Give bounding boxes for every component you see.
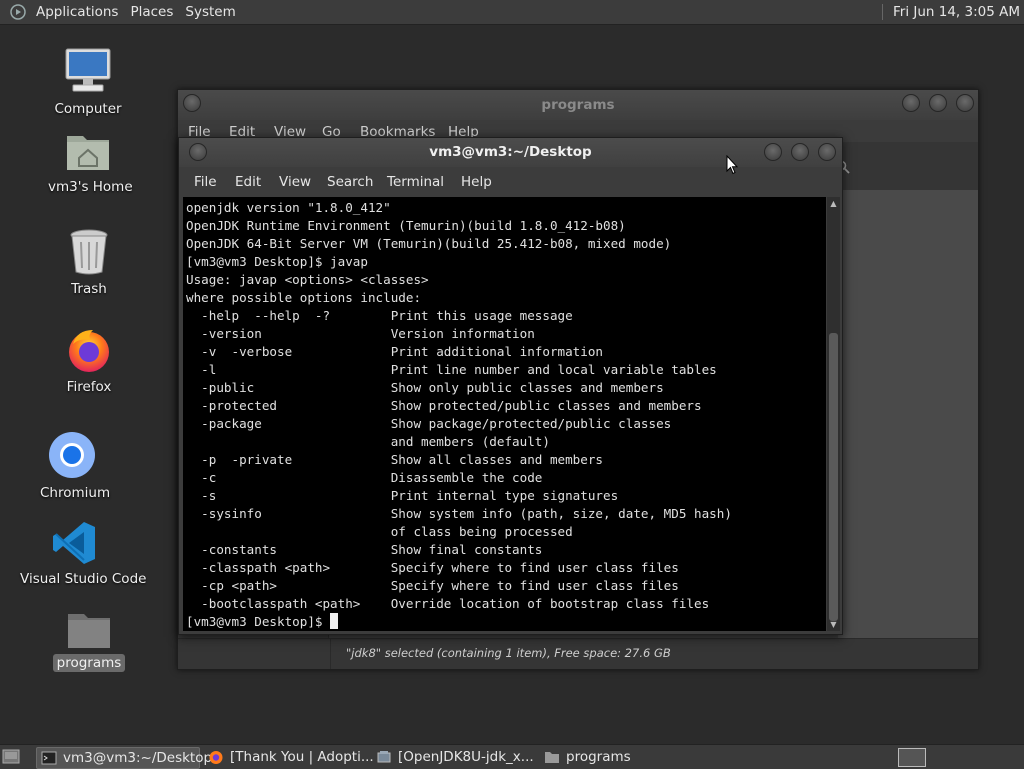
archive-icon [377, 751, 391, 763]
terminal-line: OpenJDK 64-Bit Server VM (Temurin)(build… [186, 236, 672, 251]
taskbar-item-firefox[interactable]: [Thank You | Adopti... [204, 747, 374, 767]
desktop-icon-label: Firefox [66, 379, 112, 395]
desktop-icon-programs[interactable]: programs [52, 610, 126, 672]
taskbar-item-terminal[interactable]: vm3@vm3:~/Desktop [36, 747, 212, 769]
scroll-down-arrow-icon[interactable]: ▼ [827, 618, 840, 631]
terminal-line: -c Disassemble the code [201, 470, 543, 485]
terminal-line: and members (default) [390, 434, 550, 449]
terminal-prompt: [vm3@vm3 Desktop]$ [186, 614, 331, 629]
terminal-line: -package Show package/protected/public c… [201, 416, 672, 431]
places-menu[interactable]: Places [126, 4, 181, 20]
desktop-icon-firefox[interactable]: Firefox [54, 326, 124, 396]
taskbar-item-programs[interactable]: programs [540, 747, 704, 767]
desktop-icon-trash[interactable]: Trash [54, 228, 124, 298]
terminal-line: -sysinfo Show system info (path, size, d… [201, 506, 732, 521]
menu-help[interactable]: Help [461, 174, 492, 190]
vscode-icon [53, 522, 95, 564]
minimize-button[interactable] [764, 143, 782, 161]
folder-icon [68, 614, 110, 648]
desktop-icon-label: vm3's Home [48, 179, 133, 195]
terminal-line: openjdk version "1.8.0_412" [186, 200, 391, 215]
clock-text: Fri Jun 14, 3:05 AM [892, 4, 1020, 20]
desktop-icon-vscode[interactable]: Visual Studio Code [16, 520, 146, 588]
trash-icon [70, 229, 108, 275]
terminal-line: where possible options include: [186, 290, 422, 305]
taskbar-item-label: vm3@vm3:~/Desktop [63, 750, 213, 766]
desktop-icon-computer[interactable]: Computer [48, 46, 128, 118]
desktop-icon-label: Trash [71, 281, 107, 297]
chromium-icon [49, 432, 95, 478]
scrollbar-thumb[interactable] [829, 333, 838, 621]
window-title: vm3@vm3:~/Desktop [429, 144, 592, 160]
menu-file[interactable]: File [194, 174, 217, 190]
desktop-icon-chromium[interactable]: Chromium [36, 430, 110, 502]
maximize-button[interactable] [791, 143, 809, 161]
minimize-button[interactable] [902, 94, 920, 112]
close-button[interactable] [818, 143, 836, 161]
taskbar-item-label: [OpenJDK8U-jdk_x... [398, 749, 534, 765]
terminal-line: -constants Show final constants [201, 542, 543, 557]
menu-edit[interactable]: Edit [235, 174, 261, 190]
text-cursor [330, 613, 339, 629]
terminal-text: openjdk version "1.8.0_412" OpenJDK Runt… [183, 197, 826, 631]
terminal-line: -s Print internal type signatures [201, 488, 619, 503]
terminal-line: -cp <path> Specify where to find user cl… [201, 578, 679, 593]
terminal-line: -l Print line number and local variable … [201, 362, 717, 377]
terminal-line: -classpath <path> Specify where to find … [201, 560, 679, 575]
taskbar-item-label: programs [566, 749, 631, 765]
top-panel: Applications Places System Fri Jun 14, 3… [0, 0, 1024, 25]
status-text: "jdk8" selected (containing 1 item), Fre… [346, 646, 671, 660]
file-manager-view[interactable] [838, 190, 978, 638]
desktop-icon-home[interactable]: vm3's Home [44, 128, 133, 196]
terminal-line: -version Version information [201, 326, 535, 341]
close-button[interactable] [956, 94, 974, 112]
window-menu-button[interactable] [183, 94, 201, 112]
file-manager-statusbar: "jdk8" selected (containing 1 item), Fre… [178, 638, 978, 669]
workspace-switcher[interactable] [898, 748, 926, 767]
desktop-icon-label: programs [52, 654, 126, 672]
folder-icon [545, 752, 559, 763]
terminal-titlebar[interactable]: vm3@vm3:~/Desktop [179, 138, 842, 167]
mouse-pointer-icon [726, 155, 738, 175]
terminal-scrollbar[interactable]: ▲ ▼ [827, 197, 840, 631]
bottom-taskbar: vm3@vm3:~/Desktop [Thank You | Adopti...… [0, 744, 1024, 769]
menu-view[interactable]: View [279, 174, 311, 190]
terminal-line: -v -verbose Print additional information [201, 344, 604, 359]
terminal-menubar: File Edit View Search Terminal Help [179, 167, 842, 197]
maximize-button[interactable] [929, 94, 947, 112]
terminal-lines: openjdk version "1.8.0_412" OpenJDK Runt… [186, 200, 732, 611]
terminal-line: OpenJDK Runtime Environment (Temurin)(bu… [186, 218, 626, 233]
show-desktop-icon[interactable] [2, 748, 20, 765]
applications-menu[interactable]: Applications [32, 4, 126, 20]
window-menu-button[interactable] [189, 143, 207, 161]
terminal-line: of class being processed [390, 524, 573, 539]
desktop-icon-label: Chromium [40, 485, 111, 501]
terminal-icon [41, 751, 57, 765]
menu-terminal[interactable]: Terminal [387, 174, 444, 190]
desktop-icon-label: Visual Studio Code [20, 571, 147, 587]
home-folder-icon [67, 136, 109, 170]
taskbar-item-archive[interactable]: [OpenJDK8U-jdk_x... [372, 747, 536, 767]
computer-icon [65, 48, 111, 92]
terminal-line: -help --help -? Print this usage message [201, 308, 573, 323]
terminal-window[interactable]: vm3@vm3:~/Desktop File Edit View Search … [178, 137, 843, 635]
terminal-line: -p -private Show all classes and members [201, 452, 604, 467]
clock[interactable]: Fri Jun 14, 3:05 AM [881, 4, 1024, 20]
terminal-line: -bootclasspath <path> Override location … [201, 596, 710, 611]
desktop-icon-label: Computer [54, 101, 122, 117]
firefox-icon [209, 751, 223, 764]
terminal-line: -public Show only public classes and mem… [201, 380, 664, 395]
scroll-up-arrow-icon[interactable]: ▲ [827, 197, 840, 210]
menu-search[interactable]: Search [327, 174, 373, 190]
firefox-icon [69, 330, 109, 372]
window-title: programs [541, 97, 615, 113]
file-manager-titlebar[interactable]: programs [178, 90, 978, 120]
terminal-line: Usage: javap <options> <classes> [186, 272, 429, 287]
terminal-output[interactable]: openjdk version "1.8.0_412" OpenJDK Runt… [183, 197, 826, 631]
terminal-line: -protected Show protected/public classes… [201, 398, 702, 413]
system-menu[interactable]: System [181, 4, 243, 20]
terminal-line: [vm3@vm3 Desktop]$ javap [186, 254, 368, 269]
taskbar-item-label: [Thank You | Adopti... [230, 749, 374, 765]
distro-logo-icon[interactable] [10, 4, 26, 20]
